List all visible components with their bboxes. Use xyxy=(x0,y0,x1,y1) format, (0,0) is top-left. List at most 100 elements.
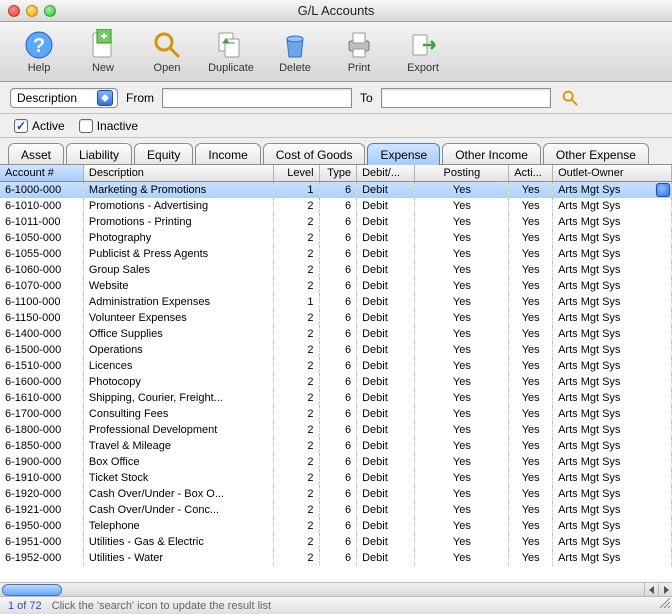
cell-debitcredit: Debit xyxy=(357,310,415,326)
toolbar: ? Help New Open Duplicate Delete Print xyxy=(0,22,672,82)
table-row[interactable]: 6-1700-000Consulting Fees26DebitYesYesAr… xyxy=(0,406,672,422)
col-header-outlet[interactable]: Outlet-Owner xyxy=(553,165,672,182)
to-input[interactable] xyxy=(381,88,551,108)
cell-type: 6 xyxy=(319,486,357,502)
cell-debitcredit: Debit xyxy=(357,198,415,214)
table-row[interactable]: 6-1600-000Photocopy26DebitYesYesArts Mgt… xyxy=(0,374,672,390)
cell-account: 6-1700-000 xyxy=(0,406,83,422)
cell-outlet: Arts Mgt Sys xyxy=(553,262,672,278)
col-header-account[interactable]: Account # xyxy=(0,165,83,182)
col-header-level[interactable]: Level xyxy=(273,165,319,182)
minimize-window-button[interactable] xyxy=(26,5,38,17)
tab-cost-of-goods[interactable]: Cost of Goods xyxy=(263,143,366,165)
table-row[interactable]: 6-1910-000Ticket Stock26DebitYesYesArts … xyxy=(0,470,672,486)
cell-outlet: Arts Mgt Sys xyxy=(553,486,672,502)
inactive-checkbox[interactable]: Inactive xyxy=(79,119,138,133)
hscroll-right-button[interactable] xyxy=(658,583,672,597)
hscroll-thumb[interactable] xyxy=(2,584,62,596)
table-row[interactable]: 6-1000-000Marketing & Promotions16DebitY… xyxy=(0,182,672,198)
delete-button[interactable]: Delete xyxy=(270,25,320,79)
search-button[interactable] xyxy=(559,88,581,108)
table-row[interactable]: 6-1400-000Office Supplies26DebitYesYesAr… xyxy=(0,326,672,342)
horizontal-scrollbar[interactable] xyxy=(0,582,672,596)
from-input[interactable] xyxy=(162,88,352,108)
cell-level: 2 xyxy=(273,486,319,502)
to-label: To xyxy=(360,91,373,105)
hscroll-left-button[interactable] xyxy=(644,583,658,597)
tab-equity[interactable]: Equity xyxy=(134,143,193,165)
cell-account: 6-1920-000 xyxy=(0,486,83,502)
cell-debitcredit: Debit xyxy=(357,182,415,198)
table-row[interactable]: 6-1950-000Telephone26DebitYesYesArts Mgt… xyxy=(0,518,672,534)
zoom-window-button[interactable] xyxy=(44,5,56,17)
table-container[interactable]: Account # Description Level Type Debit/.… xyxy=(0,164,672,582)
delete-label: Delete xyxy=(279,62,311,74)
table-row[interactable]: 6-1921-000Cash Over/Under - Conc...26Deb… xyxy=(0,502,672,518)
cell-description: Professional Development xyxy=(83,422,273,438)
close-window-button[interactable] xyxy=(8,5,20,17)
table-row[interactable]: 6-1011-000Promotions - Printing26DebitYe… xyxy=(0,214,672,230)
cell-posting: Yes xyxy=(415,486,509,502)
resize-grip-icon[interactable] xyxy=(658,596,670,608)
cell-active: Yes xyxy=(509,230,553,246)
cell-description: Licences xyxy=(83,358,273,374)
help-button[interactable]: ? Help xyxy=(14,25,64,79)
hscroll-track[interactable] xyxy=(0,583,644,597)
table-row[interactable]: 6-1920-000Cash Over/Under - Box O...26De… xyxy=(0,486,672,502)
table-row[interactable]: 6-1952-000Utilities - Water26DebitYesYes… xyxy=(0,550,672,566)
cell-account: 6-1921-000 xyxy=(0,502,83,518)
tab-expense[interactable]: Expense xyxy=(367,143,440,165)
new-button[interactable]: New xyxy=(78,25,128,79)
cell-level: 2 xyxy=(273,246,319,262)
col-header-posting[interactable]: Posting xyxy=(415,165,509,182)
cell-account: 6-1800-000 xyxy=(0,422,83,438)
accounts-table: Account # Description Level Type Debit/.… xyxy=(0,165,672,566)
table-row[interactable]: 6-1510-000Licences26DebitYesYesArts Mgt … xyxy=(0,358,672,374)
tab-other-income[interactable]: Other Income xyxy=(442,143,541,165)
cell-account: 6-1850-000 xyxy=(0,438,83,454)
filter-field-combo[interactable]: Description xyxy=(10,88,118,108)
tab-liability[interactable]: Liability xyxy=(66,143,132,165)
print-label: Print xyxy=(348,62,371,74)
cell-debitcredit: Debit xyxy=(357,294,415,310)
active-checkbox[interactable]: Active xyxy=(14,119,65,133)
table-row[interactable]: 6-1850-000Travel & Mileage26DebitYesYesA… xyxy=(0,438,672,454)
table-row[interactable]: 6-1800-000Professional Development26Debi… xyxy=(0,422,672,438)
cell-level: 2 xyxy=(273,518,319,534)
table-row[interactable]: 6-1010-000Promotions - Advertising26Debi… xyxy=(0,198,672,214)
tab-asset[interactable]: Asset xyxy=(8,143,64,165)
col-header-debitcredit[interactable]: Debit/... xyxy=(357,165,415,182)
table-row[interactable]: 6-1500-000Operations26DebitYesYesArts Mg… xyxy=(0,342,672,358)
tab-other-expense[interactable]: Other Expense xyxy=(543,143,649,165)
cell-account: 6-1500-000 xyxy=(0,342,83,358)
col-header-active[interactable]: Acti... xyxy=(509,165,553,182)
duplicate-button[interactable]: Duplicate xyxy=(206,25,256,79)
table-row[interactable]: 6-1150-000Volunteer Expenses26DebitYesYe… xyxy=(0,310,672,326)
tab-income[interactable]: Income xyxy=(195,143,260,165)
table-row[interactable]: 6-1070-000Website26DebitYesYesArts Mgt S… xyxy=(0,278,672,294)
col-header-type[interactable]: Type xyxy=(319,165,357,182)
table-row[interactable]: 6-1050-000Photography26DebitYesYesArts M… xyxy=(0,230,672,246)
cell-type: 6 xyxy=(319,358,357,374)
cell-posting: Yes xyxy=(415,358,509,374)
cell-posting: Yes xyxy=(415,198,509,214)
table-row[interactable]: 6-1100-000Administration Expenses16Debit… xyxy=(0,294,672,310)
inactive-checkbox-label: Inactive xyxy=(97,119,138,133)
export-button[interactable]: Export xyxy=(398,25,448,79)
table-row[interactable]: 6-1055-000Publicist & Press Agents26Debi… xyxy=(0,246,672,262)
scroll-thumb-icon[interactable] xyxy=(656,183,670,197)
table-row[interactable]: 6-1060-000Group Sales26DebitYesYesArts M… xyxy=(0,262,672,278)
table-row[interactable]: 6-1900-000Box Office26DebitYesYesArts Mg… xyxy=(0,454,672,470)
table-row[interactable]: 6-1610-000Shipping, Courier, Freight...2… xyxy=(0,390,672,406)
cell-active: Yes xyxy=(509,342,553,358)
open-button[interactable]: Open xyxy=(142,25,192,79)
table-row[interactable]: 6-1951-000Utilities - Gas & Electric26De… xyxy=(0,534,672,550)
print-button[interactable]: Print xyxy=(334,25,384,79)
col-header-description[interactable]: Description xyxy=(83,165,273,182)
cell-outlet: Arts Mgt Sys xyxy=(553,374,672,390)
cell-type: 6 xyxy=(319,406,357,422)
cell-debitcredit: Debit xyxy=(357,422,415,438)
delete-icon xyxy=(279,29,311,61)
open-label: Open xyxy=(154,62,181,74)
cell-type: 6 xyxy=(319,374,357,390)
